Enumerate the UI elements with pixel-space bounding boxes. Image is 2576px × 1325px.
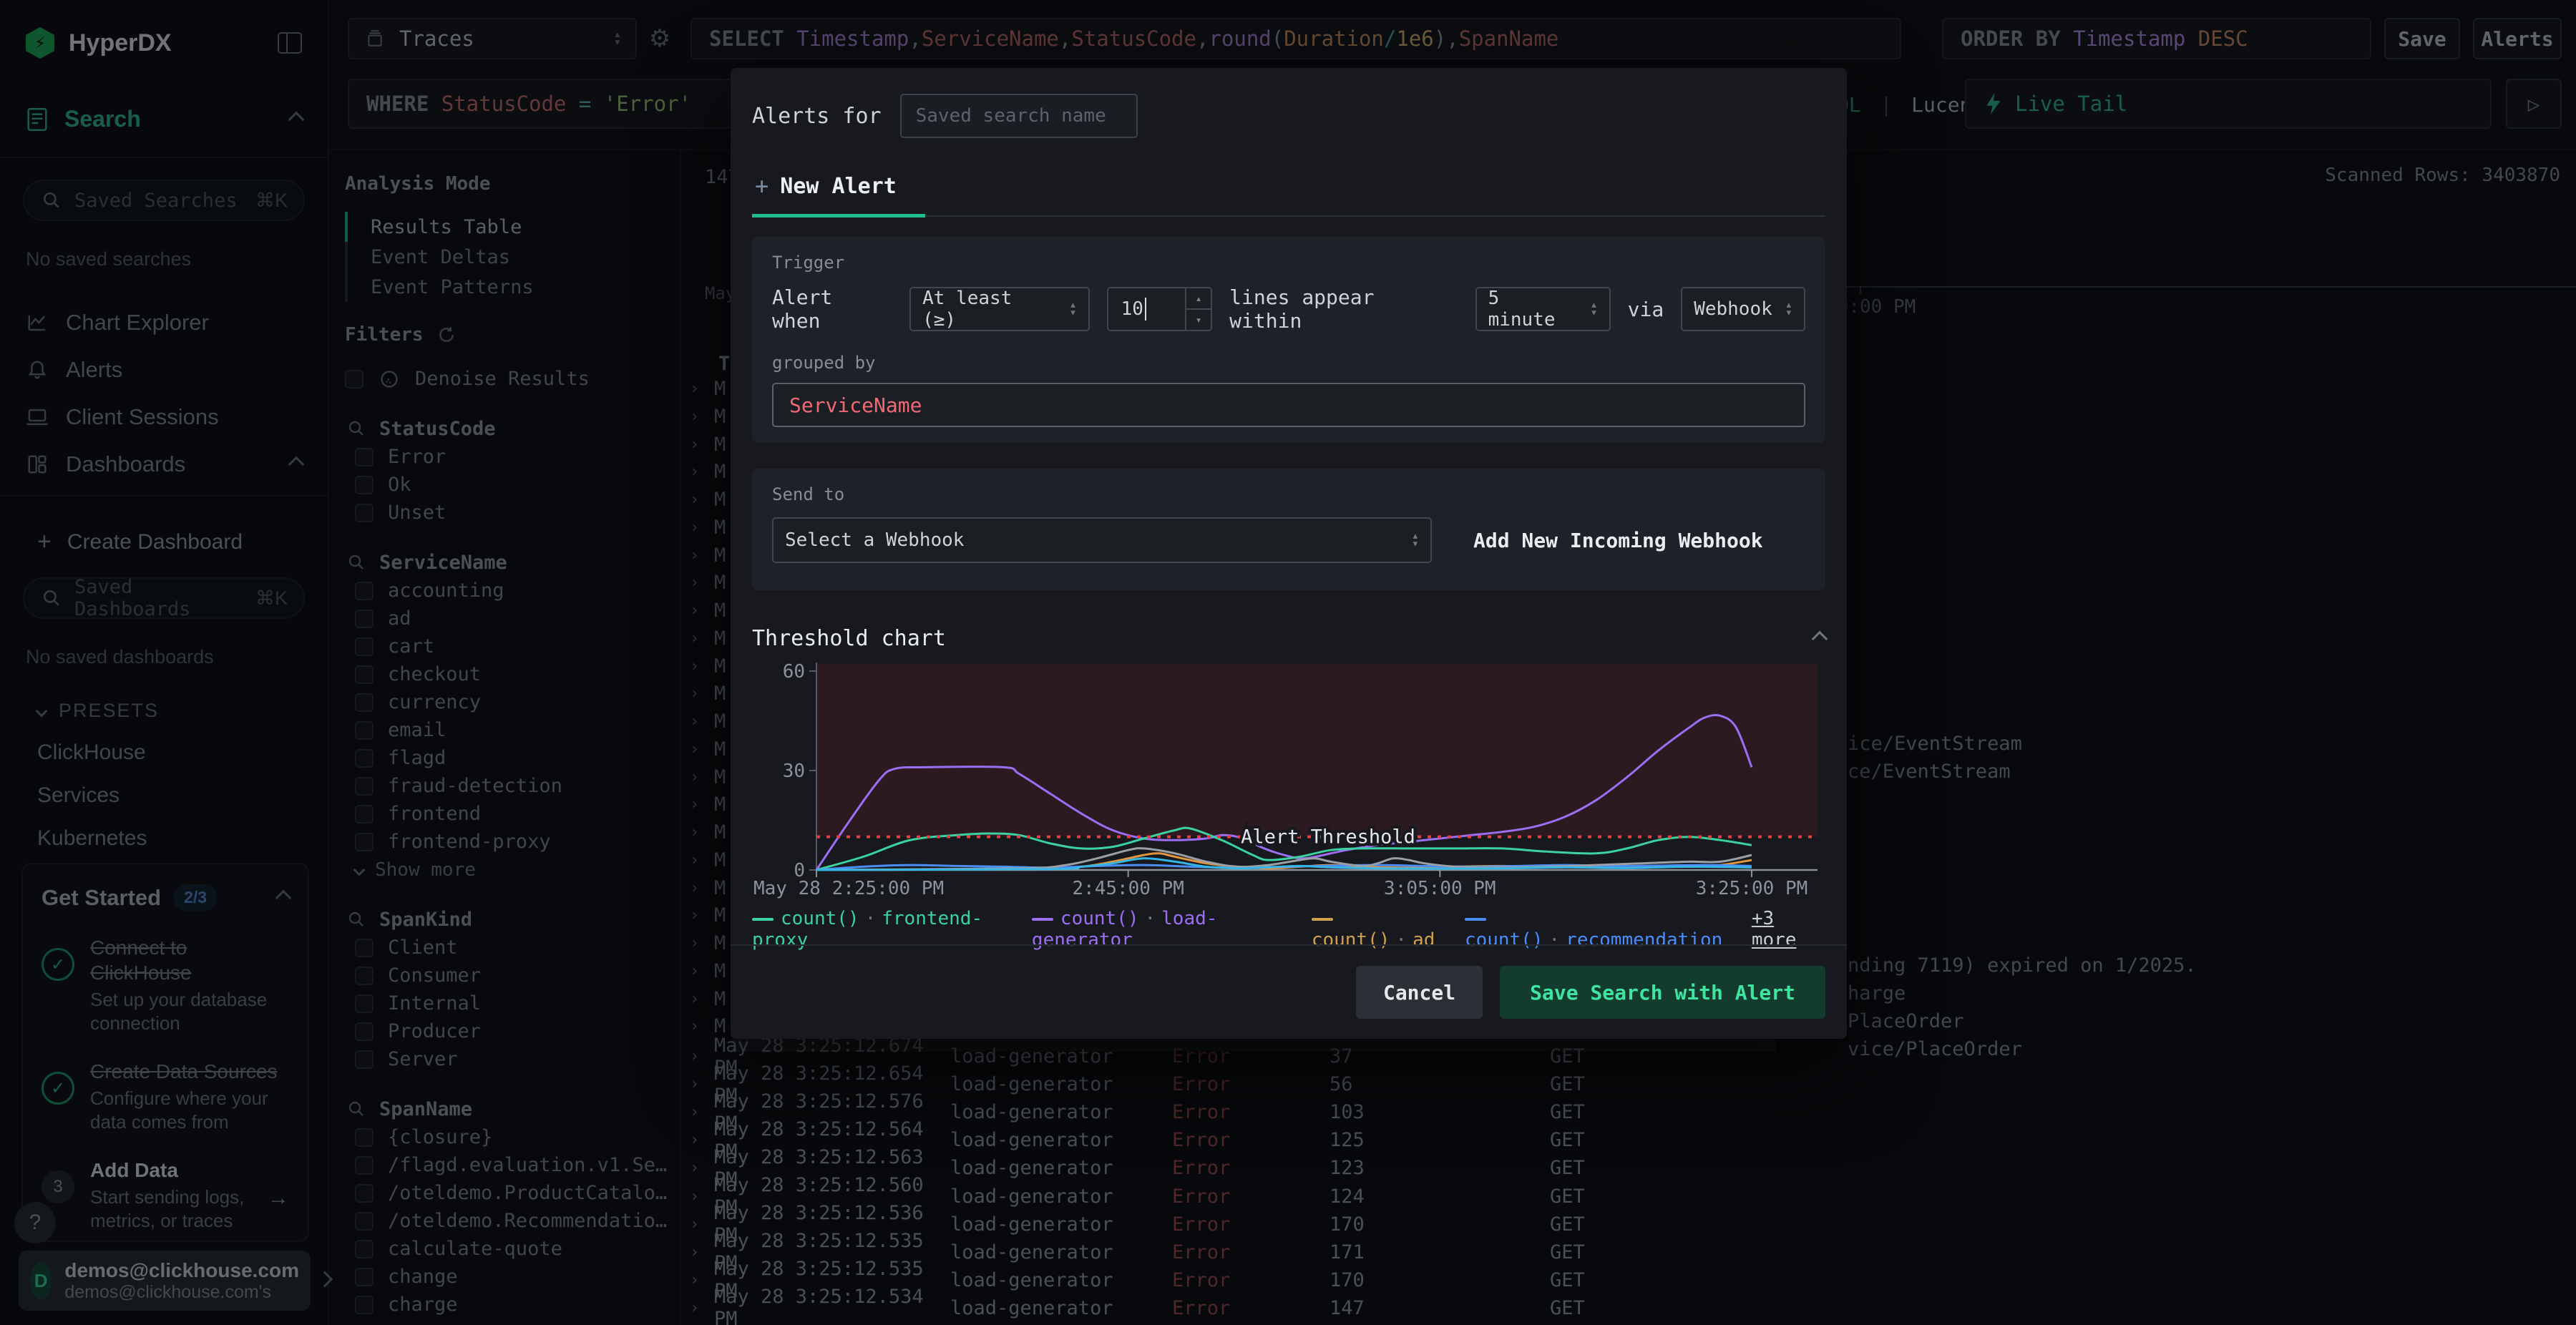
trigger-label: Trigger [772, 253, 845, 273]
x-tick-label: May 28 2:25:00 PM [753, 878, 944, 899]
tab-new-alert[interactable]: + New Alert [752, 172, 925, 217]
x-tick-label: 3:05:00 PM [1384, 878, 1496, 899]
send-to-label: Send to [772, 484, 845, 504]
alert-tabs: + New Alert [752, 172, 1825, 217]
above-threshold-shade [816, 664, 1818, 837]
threshold-chart-svg: 03060May 28 2:25:00 PM 2:45:00 PM 3:05:00 … [753, 661, 1818, 899]
plus-icon: + [755, 172, 769, 200]
y-tick-label: 60 [783, 661, 805, 683]
modal-title: Alerts for [752, 103, 882, 129]
y-tick-label: 30 [783, 761, 805, 782]
grouped-by-label: grouped by [772, 353, 876, 373]
trigger-card: Trigger Alert when At least (≥) ▴ ▾ 10 ▴ ▾… [752, 237, 1825, 443]
x-tick-label: 3:25:00 PM [1696, 878, 1808, 899]
channel-select[interactable]: Webhook ▴ ▾ [1681, 287, 1806, 331]
app-root: ⚡ HyperDX Search Saved Searches ⌘K No sa… [0, 0, 2576, 1325]
threshold-value-input[interactable]: 10 ▴ ▾ [1106, 287, 1213, 331]
select-updown-icon: ▴▾ [1590, 298, 1598, 320]
threshold-chart-title: Threshold chart [752, 626, 946, 651]
window-select[interactable]: 5 minute ▴ ▾ [1475, 287, 1611, 331]
saved-search-name-input[interactable]: Saved search name [899, 94, 1138, 138]
saved-search-name-placeholder: Saved search name [915, 105, 1106, 127]
alert-threshold-label: Alert Threshold [1241, 826, 1415, 849]
collapse-chart-chevron[interactable] [1811, 630, 1828, 647]
legend-dash [1031, 917, 1053, 921]
condition-select[interactable]: At least (≥) ▴ ▾ [909, 287, 1090, 331]
send-to-card: Send to Select a Webhook ▴ ▾ Add New Inco… [752, 469, 1825, 590]
threshold-chart: 0 30 60 May 28 2:25:00 PM 2:45:00 PM 3:05:00 … [752, 655, 1825, 905]
select-updown-icon: ▴▾ [1785, 298, 1793, 320]
via-label: via [1627, 297, 1664, 321]
lines-appear-label: lines appear within [1229, 285, 1375, 333]
text-caret [1144, 298, 1146, 321]
legend-dash [1311, 917, 1333, 921]
save-search-with-alert-button[interactable]: Save Search with Alert [1500, 966, 1825, 1019]
cancel-button[interactable]: Cancel [1355, 966, 1483, 1019]
legend-dash [1464, 917, 1486, 921]
x-tick-label: 2:45:00 PM [1072, 878, 1184, 899]
alert-modal: Alerts for Saved search name + New Alert… [731, 68, 1847, 1039]
select-updown-icon: ▴▾ [1411, 529, 1419, 551]
alert-when-label: Alert when [772, 285, 833, 333]
webhook-select[interactable]: Select a Webhook ▴ ▾ [772, 517, 1432, 563]
add-webhook-link[interactable]: Add New Incoming Webhook [1473, 529, 1763, 552]
legend-dash [752, 917, 774, 921]
select-updown-icon: ▴▾ [1069, 298, 1077, 320]
number-stepper[interactable]: ▴ ▾ [1185, 288, 1211, 330]
grouped-by-input[interactable]: ServiceName [772, 383, 1805, 427]
